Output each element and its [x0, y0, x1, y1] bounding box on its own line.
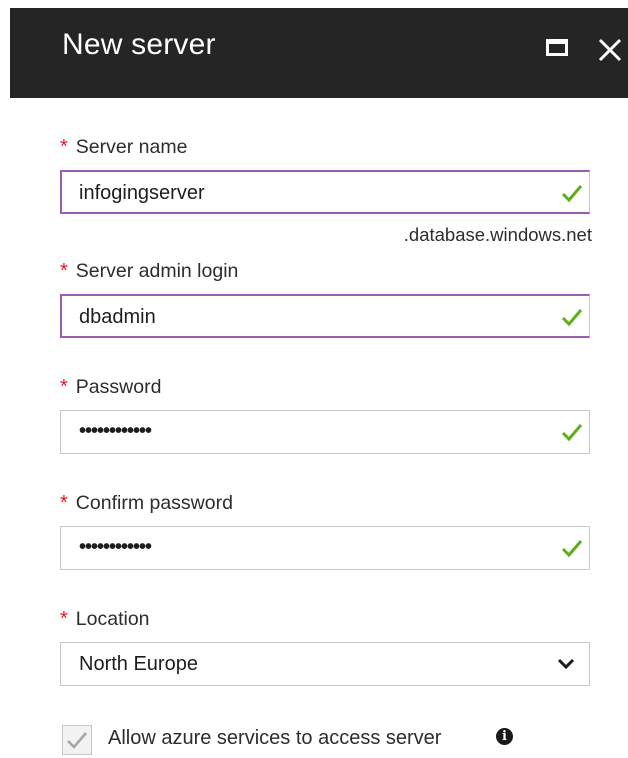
- maximize-icon: [546, 39, 568, 56]
- valid-check-icon: [561, 309, 583, 327]
- server-name-input[interactable]: infogingserver: [60, 170, 590, 214]
- close-icon: [598, 38, 622, 62]
- valid-check-icon: [561, 424, 583, 442]
- location-label: * Location: [60, 608, 150, 630]
- checkmark-icon: [67, 732, 87, 749]
- confirm-password-input[interactable]: ••••••••••••: [60, 526, 590, 570]
- password-value: ••••••••••••: [79, 420, 152, 442]
- valid-check-icon: [561, 540, 583, 558]
- info-icon[interactable]: i: [496, 728, 513, 745]
- password-input[interactable]: ••••••••••••: [60, 410, 590, 454]
- admin-login-input[interactable]: dbadmin: [60, 294, 590, 338]
- server-name-value: infogingserver: [79, 182, 205, 204]
- close-button[interactable]: [593, 33, 627, 67]
- location-select[interactable]: North Europe: [60, 642, 590, 686]
- admin-login-label: * Server admin login: [60, 260, 239, 282]
- confirm-password-value: ••••••••••••: [79, 536, 152, 558]
- required-marker: *: [60, 136, 68, 158]
- required-marker: *: [60, 376, 68, 398]
- chevron-down-icon: [557, 658, 575, 670]
- required-marker: *: [60, 608, 68, 630]
- allow-azure-checkbox[interactable]: [62, 725, 92, 755]
- blade-header: New server: [10, 8, 628, 98]
- maximize-button[interactable]: [543, 33, 577, 67]
- location-selected-value: North Europe: [79, 653, 198, 675]
- password-label: * Password: [60, 376, 162, 398]
- confirm-password-label: * Confirm password: [60, 492, 233, 514]
- server-name-suffix: .database.windows.net: [403, 224, 592, 245]
- required-marker: *: [60, 260, 68, 282]
- blade-title: New server: [62, 28, 216, 61]
- admin-login-value: dbadmin: [79, 306, 156, 328]
- server-name-label: * Server name: [60, 136, 188, 158]
- valid-check-icon: [561, 185, 583, 203]
- required-marker: *: [60, 492, 68, 514]
- allow-azure-label: Allow azure services to access server: [108, 727, 442, 749]
